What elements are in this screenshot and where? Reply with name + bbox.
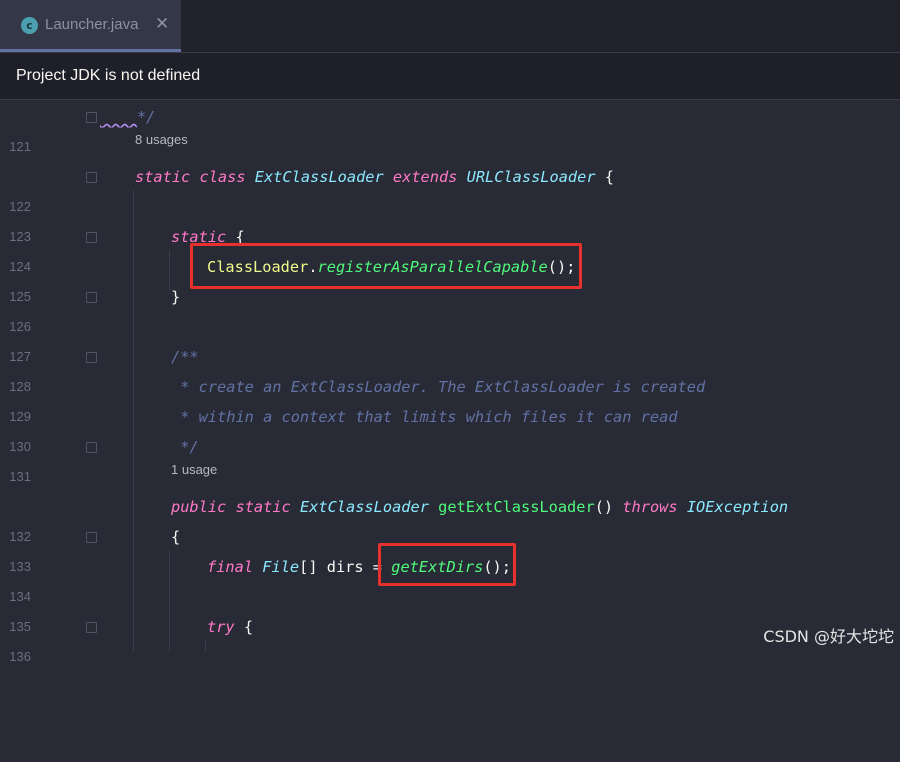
type-name: File xyxy=(262,558,300,576)
tab-launcher-java[interactable]: c Launcher.java ✕ xyxy=(0,0,181,52)
keyword: throws xyxy=(622,498,678,516)
code-line: 131 */ xyxy=(0,432,900,484)
code-line: 123 xyxy=(0,192,900,244)
superclass-name: URLClassLoader xyxy=(466,168,596,186)
tab-label: Launcher.java xyxy=(45,16,139,33)
line-number: 131 xyxy=(9,469,31,484)
comment-text: * create an ExtClassLoader. The ExtClass… xyxy=(171,378,706,396)
code-line: 135 xyxy=(0,582,900,634)
code-editor[interactable]: 121 */ 8 usages 122 static class ExtClas… xyxy=(0,100,900,664)
code-line: 122 static class ExtClassLoader extends … xyxy=(0,162,900,214)
keyword: class xyxy=(199,168,246,186)
brace: { xyxy=(595,168,614,186)
keyword: static xyxy=(235,498,291,516)
fold-marker-icon[interactable] xyxy=(86,232,97,243)
code-line: 126 } xyxy=(0,282,900,334)
code-line: 132 public static ExtClassLoader getExtC… xyxy=(0,492,900,544)
keyword: extends xyxy=(392,168,458,186)
brace: } xyxy=(171,288,181,306)
method-name: getExtClassLoader xyxy=(438,498,595,516)
banner-text: Project JDK is not defined xyxy=(16,67,201,84)
comment-text: /** xyxy=(171,348,199,366)
parens: () xyxy=(594,498,614,516)
usages-hint[interactable]: 8 usages xyxy=(135,132,188,162)
close-icon[interactable]: ✕ xyxy=(155,14,169,34)
keyword: try xyxy=(207,618,235,636)
line-number: 121 xyxy=(9,139,31,154)
highlight-box xyxy=(378,543,516,586)
return-type: ExtClassLoader xyxy=(299,498,429,516)
watermark: CSDN @好大坨坨 xyxy=(763,627,894,646)
editor-tab-bar: c Launcher.java ✕ xyxy=(0,0,900,53)
brace: { xyxy=(234,618,254,636)
fold-marker-icon[interactable] xyxy=(86,442,97,453)
code-line: 121 */ xyxy=(0,102,900,154)
fold-marker-icon[interactable] xyxy=(86,352,97,363)
fold-marker-icon[interactable] xyxy=(86,112,97,123)
fold-marker-icon[interactable] xyxy=(86,622,97,633)
jdk-warning-banner: Project JDK is not defined xyxy=(0,53,900,100)
brace: { xyxy=(171,528,181,546)
usages-hint[interactable]: 1 usage xyxy=(171,462,217,492)
class-name: ExtClassLoader xyxy=(254,168,384,186)
keyword: static xyxy=(135,168,191,186)
fold-marker-icon[interactable] xyxy=(86,532,97,543)
fold-marker-icon[interactable] xyxy=(86,292,97,303)
code-line: 130 * within a context that limits which… xyxy=(0,402,900,454)
comment-text: */ xyxy=(171,438,199,456)
keyword: public xyxy=(171,498,227,516)
code-line: 127 xyxy=(0,312,900,364)
keyword: final xyxy=(207,558,254,576)
java-class-icon: c xyxy=(21,17,38,34)
code-line: 128 /** xyxy=(0,342,900,394)
line-number: 136 xyxy=(9,649,31,664)
exception-type: IOException xyxy=(686,498,789,516)
code-line: 129 * create an ExtClassLoader. The ExtC… xyxy=(0,372,900,424)
comment-text: */ xyxy=(136,108,156,126)
comment-text: * within a context that limits which fil… xyxy=(171,408,678,426)
fold-marker-icon[interactable] xyxy=(86,172,97,183)
